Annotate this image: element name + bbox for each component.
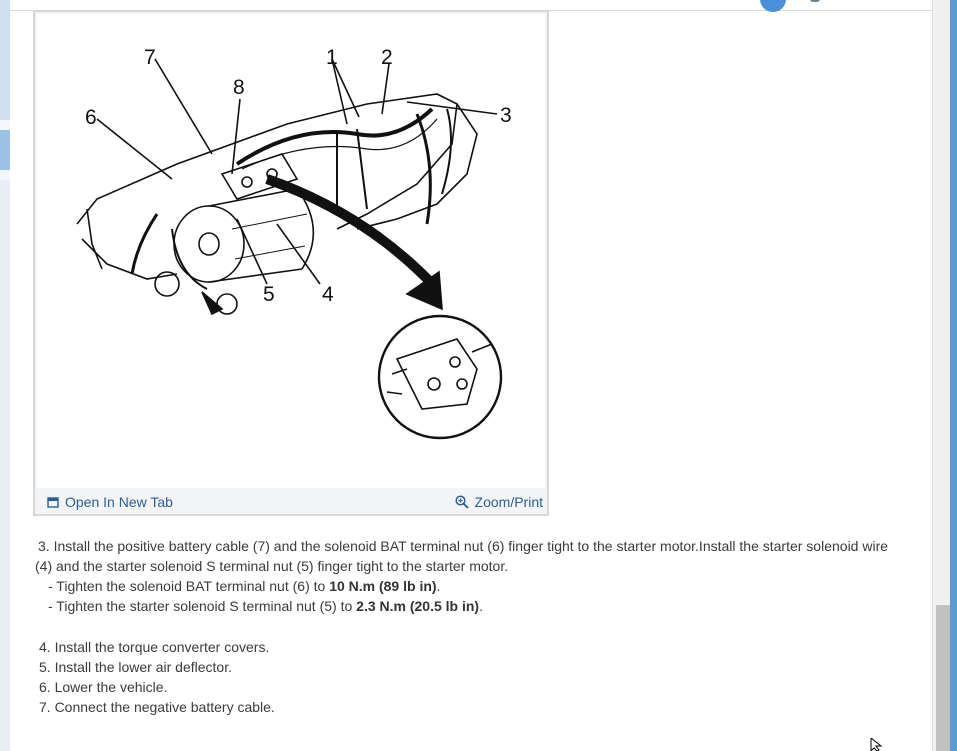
zoom-print-label: Zoom/Print	[474, 494, 543, 510]
mouse-cursor-icon	[870, 738, 883, 751]
window-edge	[950, 0, 957, 751]
diagram-panel: 7 8 6 1 2 3 5 4 Open In New Tab Zoom/Pri…	[33, 10, 549, 516]
step-6: 6. Lower the vehicle.	[39, 679, 168, 695]
instruction-steps: 3. Install the positive battery cable (7…	[35, 536, 925, 717]
step-3-line-1: 3. Install the positive battery cable (7…	[38, 538, 889, 554]
new-tab-icon	[47, 497, 59, 508]
step-4: 4. Install the torque converter covers.	[39, 639, 270, 655]
step-3-sub-2: - Tighten the starter solenoid S termina…	[48, 598, 483, 614]
step-5: 5. Install the lower air deflector.	[39, 659, 232, 675]
callout-7: 7	[144, 46, 156, 69]
help-icon[interactable]	[760, 0, 786, 12]
diagram-footer: Open In New Tab Zoom/Print	[35, 490, 547, 516]
callout-1: 1	[326, 46, 338, 69]
starter-motor-diagram: 7 8 6 1 2 3 5 4	[37, 14, 545, 488]
step-3-sub-1: - Tighten the solenoid BAT terminal nut …	[48, 578, 441, 594]
callout-3: 3	[500, 104, 512, 127]
callout-4: 4	[322, 283, 334, 306]
callout-6: 6	[85, 106, 97, 129]
diagram-image: 7 8 6 1 2 3 5 4	[76, 46, 512, 440]
open-in-new-tab-link[interactable]: Open In New Tab	[47, 494, 173, 510]
callout-2: 2	[381, 46, 393, 69]
step-3-line-2: (4) and the starter solenoid S terminal …	[35, 558, 509, 574]
step-7: 7. Connect the negative battery cable.	[39, 699, 275, 715]
menu-icon[interactable]	[810, 0, 820, 2]
background-window-edge	[0, 0, 10, 751]
zoom-print-link[interactable]: Zoom/Print	[454, 494, 543, 510]
callout-5: 5	[263, 283, 275, 306]
zoom-in-icon	[454, 495, 469, 509]
open-in-new-tab-label: Open In New Tab	[65, 494, 173, 510]
callout-8: 8	[233, 76, 245, 99]
